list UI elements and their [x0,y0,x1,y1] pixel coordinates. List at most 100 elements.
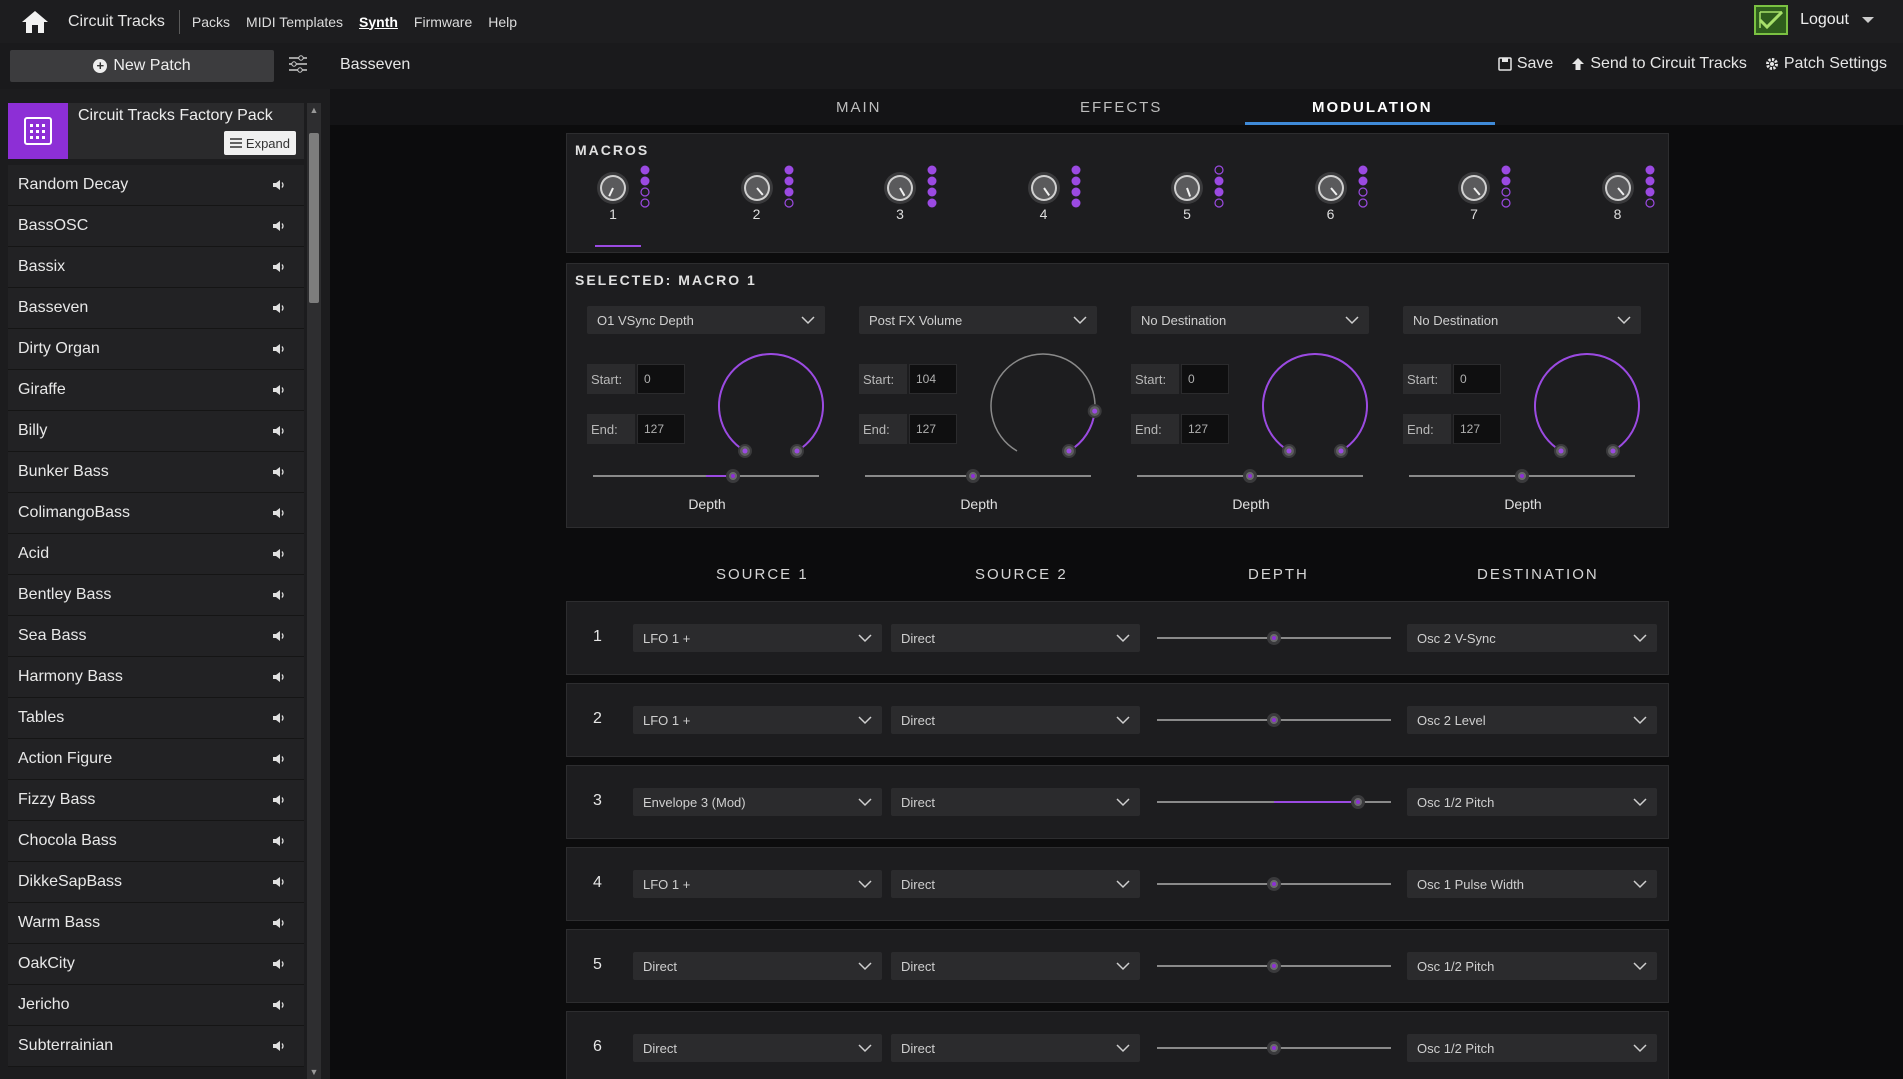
end-input[interactable]: 127 [909,414,957,444]
source-2-select[interactable]: Direct [891,624,1140,652]
speaker-icon[interactable] [272,1039,288,1053]
speaker-icon[interactable] [272,588,288,602]
knob-icon[interactable] [1026,170,1062,209]
patch-item[interactable]: BassOSC [8,206,304,247]
speaker-icon[interactable] [272,875,288,889]
speaker-icon[interactable] [272,629,288,643]
patch-item[interactable]: Subterrainian [8,1026,304,1067]
patch-name[interactable]: Basseven [340,56,410,74]
source-1-select[interactable]: LFO 1 + [633,706,882,734]
brand-title[interactable]: Circuit Tracks [68,9,180,34]
speaker-icon[interactable] [272,506,288,520]
source-1-select[interactable]: Envelope 3 (Mod) [633,788,882,816]
destination-select[interactable]: Osc 1/2 Pitch [1407,788,1657,816]
macro-knob-7[interactable]: 7 [1456,164,1516,234]
speaker-icon[interactable] [272,424,288,438]
patch-item[interactable]: Warm Bass [8,903,304,944]
source-1-select[interactable]: Direct [633,1034,882,1062]
patch-item[interactable]: ColimangoBass [8,493,304,534]
tab-effects[interactable]: EFFECTS [1080,99,1162,116]
tab-main[interactable]: MAIN [836,99,882,116]
speaker-icon[interactable] [272,383,288,397]
patch-item[interactable]: Chocola Bass [8,821,304,862]
patch-item[interactable]: Dirty Organ [8,329,304,370]
macro-knob-2[interactable]: 2 [739,164,799,234]
speaker-icon[interactable] [272,342,288,356]
destination-select[interactable]: No Destination [1131,306,1369,334]
start-input[interactable]: 0 [637,364,685,394]
tab-modulation[interactable]: MODULATION [1312,99,1433,116]
speaker-icon[interactable] [272,711,288,725]
range-arc[interactable] [1527,346,1647,469]
knob-icon[interactable] [1313,170,1349,209]
patch-item[interactable]: Harmony Bass [8,657,304,698]
macro-knob-6[interactable]: 6 [1313,164,1373,234]
chevron-down-icon[interactable] [1861,16,1875,24]
scroll-down-icon[interactable]: ▼ [309,1067,319,1077]
speaker-icon[interactable] [272,219,288,233]
source-1-select[interactable]: LFO 1 + [633,624,882,652]
knob-icon[interactable] [1169,170,1205,209]
account-menu[interactable]: Logout [1754,5,1875,35]
nav-link-packs[interactable]: Packs [192,14,230,30]
patch-item[interactable]: Bunker Bass [8,452,304,493]
knob-icon[interactable] [1600,170,1636,209]
range-arc[interactable] [711,346,831,469]
end-input[interactable]: 127 [637,414,685,444]
home-icon[interactable] [18,7,52,37]
macro-knob-4[interactable]: 4 [1026,164,1086,234]
speaker-icon[interactable] [272,670,288,684]
depth-slider-thumb[interactable] [966,469,981,483]
speaker-icon[interactable] [272,752,288,766]
patch-item[interactable]: OakCity [8,944,304,985]
source-1-select[interactable]: Direct [633,952,882,980]
depth-slider-thumb[interactable] [1267,631,1281,645]
destination-select[interactable]: Osc 2 Level [1407,706,1657,734]
filter-settings-icon[interactable] [288,55,312,77]
patch-item[interactable]: Giraffe [8,370,304,411]
speaker-icon[interactable] [272,793,288,807]
macro-knob-1[interactable]: 1 [595,164,655,234]
knob-icon[interactable] [882,170,918,209]
destination-select[interactable]: Osc 2 V-Sync [1407,624,1657,652]
patch-item[interactable]: Basseven [8,288,304,329]
scroll-up-icon[interactable]: ▲ [309,105,319,115]
patch-list-scrollbar[interactable]: ▲ ▼ [307,103,321,1079]
depth-slider-thumb[interactable] [1351,795,1366,809]
depth-slider-thumb[interactable] [1267,1041,1281,1055]
macro-knob-3[interactable]: 3 [882,164,942,234]
depth-slider-thumb[interactable] [726,469,741,483]
save-button[interactable]: Save [1498,55,1553,73]
source-2-select[interactable]: Direct [891,706,1140,734]
source-2-select[interactable]: Direct [891,952,1140,980]
source-2-select[interactable]: Direct [891,788,1140,816]
patch-item[interactable]: Bentley Bass [8,575,304,616]
speaker-icon[interactable] [272,998,288,1012]
new-patch-button[interactable]: + New Patch [10,50,274,82]
speaker-icon[interactable] [272,301,288,315]
start-input[interactable]: 104 [909,364,957,394]
destination-select[interactable]: No Destination [1403,306,1641,334]
destination-select[interactable]: Osc 1/2 Pitch [1407,1034,1657,1062]
source-1-select[interactable]: LFO 1 + [633,870,882,898]
patch-item[interactable]: DikkeSapBass [8,862,304,903]
patch-item[interactable]: Tables [8,698,304,739]
nav-link-help[interactable]: Help [488,14,517,30]
macro-knob-5[interactable]: 5 [1169,164,1229,234]
speaker-icon[interactable] [272,260,288,274]
patch-settings-button[interactable]: Patch Settings [1765,55,1887,73]
speaker-icon[interactable] [272,957,288,971]
speaker-icon[interactable] [272,178,288,192]
pack-header[interactable]: Circuit Tracks Factory Pack Expand [8,103,304,159]
range-arc[interactable] [983,346,1103,469]
end-input[interactable]: 127 [1453,414,1501,444]
scroll-thumb[interactable] [309,133,319,303]
start-input[interactable]: 0 [1453,364,1501,394]
macro-knob-8[interactable]: 8 [1600,164,1660,234]
source-2-select[interactable]: Direct [891,870,1140,898]
depth-slider-thumb[interactable] [1267,959,1281,973]
knob-icon[interactable] [739,170,775,209]
nav-link-synth[interactable]: Synth [359,14,398,30]
depth-slider-thumb[interactable] [1515,469,1529,483]
logout-link[interactable]: Logout [1800,11,1849,29]
